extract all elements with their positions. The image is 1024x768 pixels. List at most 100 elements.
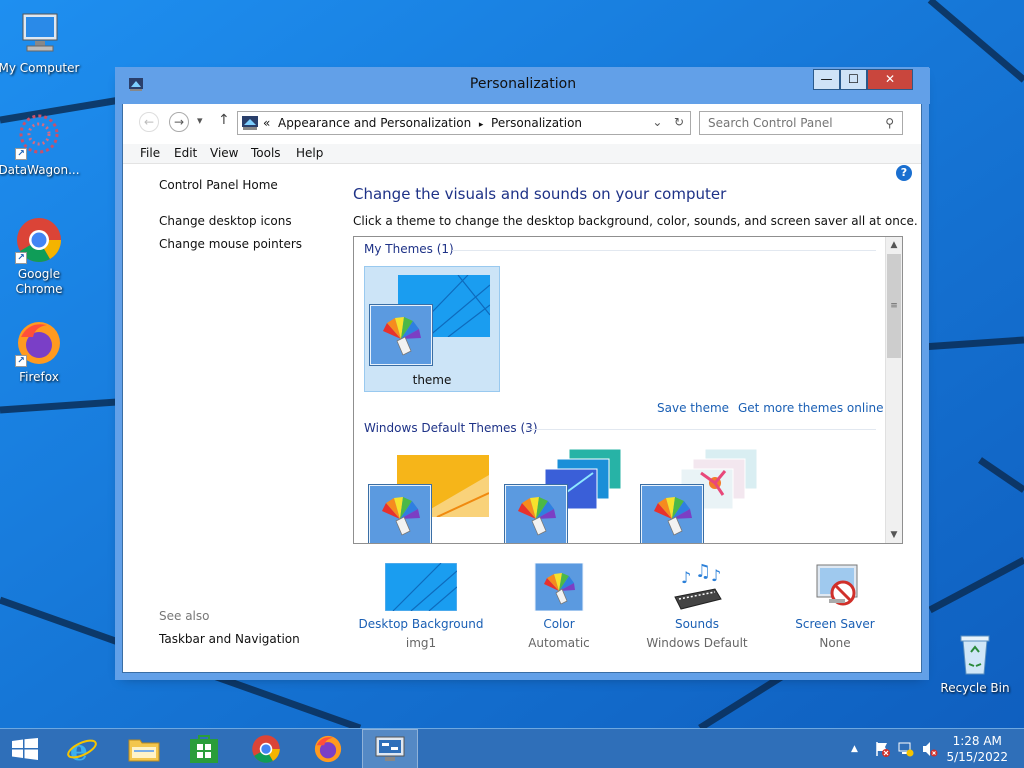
svg-text:♫: ♫ [695, 563, 711, 582]
internet-explorer-icon: e [67, 734, 97, 765]
screen-saver-icon [799, 563, 871, 611]
theme-tile-theme[interactable]: theme [364, 266, 500, 392]
address-dropdown-icon[interactable]: ⌄ [652, 115, 662, 129]
control-panel-icon [375, 736, 405, 761]
address-controls: ⌄ ↻ [652, 115, 684, 129]
change-desktop-icons-link[interactable]: Change desktop icons [159, 214, 292, 228]
shortcut-arrow-icon: ↗ [15, 355, 27, 367]
group-divider [526, 429, 876, 430]
desktop-icon-my-computer[interactable]: My Computer [0, 10, 81, 76]
breadcrumb-overflow[interactable]: « [263, 116, 270, 130]
setting-value: img1 [405, 636, 437, 650]
page-subtitle: Click a theme to change the desktop back… [353, 214, 918, 228]
taskbar-store[interactable] [176, 729, 232, 768]
svg-text:e: e [70, 734, 88, 765]
breadcrumb-appearance[interactable]: Appearance and Personalization [278, 116, 471, 130]
help-icon[interactable]: ? [896, 165, 912, 181]
window-titlebar[interactable]: Personalization — ☐ ✕ [116, 68, 930, 104]
setting-value: None [819, 636, 851, 650]
refresh-icon[interactable]: ↻ [674, 115, 684, 129]
close-button[interactable]: ✕ [867, 69, 913, 90]
forward-button[interactable]: → [169, 112, 189, 132]
desktop-icon-recycle-bin[interactable]: Recycle Bin [933, 630, 1017, 696]
start-button[interactable] [0, 729, 50, 768]
address-bar[interactable]: « Appearance and Personalization ▸ Perso… [237, 111, 691, 135]
theme-list-scrollbar[interactable]: ▲ ≡ ▼ [885, 237, 902, 543]
breadcrumb-personalization[interactable]: Personalization [491, 116, 582, 130]
maximize-button[interactable]: ☐ [840, 69, 867, 90]
see-also-label: See also [159, 609, 210, 623]
desktop-background-icon [384, 562, 458, 612]
search-icon[interactable]: ⚲ [885, 116, 894, 130]
color-setting[interactable]: Color Automatic [489, 562, 629, 650]
menu-help[interactable]: Help [296, 146, 323, 160]
back-button[interactable]: ← [139, 112, 159, 132]
page-title: Change the visuals and sounds on your co… [353, 185, 727, 203]
menu-file[interactable]: File [140, 146, 160, 160]
recycle-bin-icon [951, 630, 999, 678]
search-box[interactable]: ⚲ [699, 111, 903, 135]
up-button[interactable]: ↑ [218, 112, 230, 128]
color-palette-icon [369, 485, 431, 543]
taskbar-file-explorer[interactable] [116, 729, 172, 768]
system-clock[interactable]: 1:28 AM 5/15/2022 [946, 733, 1008, 765]
minimize-button[interactable]: — [813, 69, 840, 90]
scroll-thumb[interactable]: ≡ [887, 254, 901, 358]
taskbar-internet-explorer[interactable]: e [54, 729, 110, 768]
start-icon [12, 738, 38, 760]
screen-saver-setting[interactable]: Screen Saver None [765, 563, 905, 650]
change-mouse-pointers-link[interactable]: Change mouse pointers [159, 237, 302, 251]
firefox-icon [314, 735, 342, 763]
control-panel-home-link[interactable]: Control Panel Home [159, 178, 278, 192]
breadcrumb-separator[interactable]: ▸ [479, 120, 484, 130]
tray-overflow-icon[interactable]: ▲ [851, 744, 858, 754]
menu-tools[interactable]: Tools [251, 146, 281, 160]
get-more-themes-link[interactable]: Get more themes online [738, 401, 884, 415]
scroll-up-button[interactable]: ▲ [886, 237, 902, 253]
color-palette-icon [641, 485, 703, 543]
desktop-icon-datawagon[interactable]: ↗ DataWagon... [0, 112, 81, 178]
menu-bar: File Edit View Tools Help [123, 144, 921, 164]
color-palette-icon [370, 305, 432, 365]
menu-view[interactable]: View [210, 146, 238, 160]
group-my-themes[interactable]: My Themes (1) [364, 242, 454, 256]
search-input[interactable] [708, 113, 878, 133]
taskbar-navigation-link[interactable]: Taskbar and Navigation [159, 632, 300, 646]
datawagon-icon: ↗ [15, 112, 63, 160]
scroll-down-button[interactable]: ▼ [886, 527, 902, 543]
theme-tile-windows[interactable] [364, 445, 500, 543]
sounds-icon: ♪ ♫ ♪ [661, 561, 733, 611]
desktop-icon-label: My Computer [0, 61, 80, 75]
group-windows-default[interactable]: Windows Default Themes (3) [364, 421, 538, 435]
personalization-window: Personalization — ☐ ✕ ← → ▾ ↑ « Appearan… [116, 68, 930, 673]
desktop-icon-google-chrome[interactable]: ↗ Google Chrome [0, 216, 81, 297]
theme-list: My Themes (1) theme Save theme Get more … [353, 236, 903, 544]
desktop-icon-label: DataWagon... [0, 163, 80, 177]
color-palette-icon [505, 485, 567, 543]
taskbar-firefox[interactable] [300, 729, 356, 768]
setting-name: Desktop Background [358, 617, 484, 631]
taskbar-chrome[interactable] [238, 729, 294, 768]
action-center-flag-icon[interactable] [874, 741, 890, 757]
taskbar-control-panel[interactable] [362, 729, 418, 768]
theme-label: theme [412, 373, 452, 387]
group-divider [452, 250, 876, 251]
theme-tile-lines[interactable] [500, 445, 636, 543]
clock-date: 5/15/2022 [946, 750, 1008, 764]
recent-locations-button[interactable]: ▾ [197, 114, 203, 127]
sounds-setting[interactable]: ♪ ♫ ♪ Sounds Windows Default [627, 561, 767, 650]
breadcrumb: « Appearance and Personalization ▸ Perso… [263, 116, 582, 130]
desktop-icon-firefox[interactable]: ↗ Firefox [0, 319, 81, 385]
desktop-icon-label: Google Chrome [15, 267, 63, 296]
network-icon[interactable] [898, 741, 914, 757]
navigation-bar: ← → ▾ ↑ « Appearance and Personalization… [123, 104, 921, 144]
desktop-background-setting[interactable]: Desktop Background img1 [351, 562, 491, 650]
setting-value: Automatic [528, 636, 590, 650]
taskbar: e ▲ 1:28 AM 5/15/2022 [0, 728, 1024, 768]
save-theme-link[interactable]: Save theme [657, 401, 729, 415]
menu-edit[interactable]: Edit [174, 146, 197, 160]
file-explorer-icon [128, 739, 160, 762]
volume-muted-icon[interactable] [922, 741, 938, 757]
desktop-icon-label: Firefox [19, 370, 59, 384]
theme-tile-flowers[interactable] [636, 445, 772, 543]
